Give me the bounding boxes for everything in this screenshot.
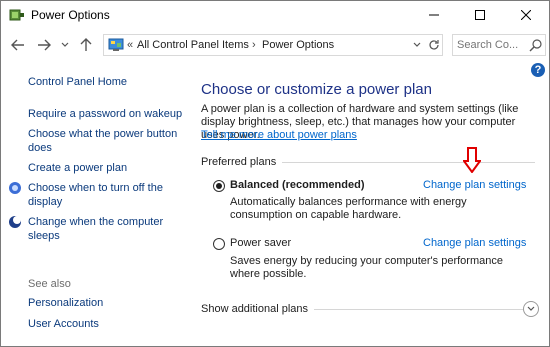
- address-history-button[interactable]: [410, 38, 424, 52]
- power-saver-plan-name[interactable]: Power saver: [230, 237, 291, 249]
- require-password-link[interactable]: Require a password on wakeup: [28, 107, 188, 121]
- close-button[interactable]: [503, 1, 549, 29]
- control-panel-icon: [108, 38, 124, 51]
- up-arrow-icon: [80, 38, 92, 51]
- power-saver-change-plan-settings-link[interactable]: Change plan settings: [423, 237, 526, 249]
- maximize-icon: [475, 10, 485, 20]
- control-panel-home-link[interactable]: Control Panel Home: [28, 75, 127, 89]
- page-title: Choose or customize a power plan: [201, 81, 432, 98]
- show-additional-plans-button[interactable]: [523, 301, 539, 317]
- search-input[interactable]: [457, 38, 527, 52]
- forward-arrow-icon: [38, 39, 51, 51]
- help-icon: ?: [534, 64, 542, 76]
- search-icon[interactable]: [529, 38, 543, 52]
- display-icon: [9, 182, 21, 194]
- power-options-app-icon: [9, 9, 24, 21]
- balanced-plan-description: Automatically balances performance with …: [230, 196, 467, 221]
- breadcrumb-all-control-panel-items[interactable]: All Control Panel Items: [137, 39, 249, 51]
- turn-off-display-link[interactable]: Choose when to turn off the display: [28, 181, 173, 209]
- tell-me-more-link[interactable]: Tell me more about power plans: [201, 129, 357, 141]
- left-navigation-pane: Control Panel Home Require a password on…: [1, 61, 191, 347]
- preferred-plans-label: Preferred plans: [201, 156, 283, 168]
- annotation-arrow-icon: [463, 147, 481, 173]
- chevron-down-icon: [527, 306, 535, 311]
- create-power-plan-link[interactable]: Create a power plan: [28, 161, 183, 175]
- personalization-link[interactable]: Personalization: [28, 296, 103, 310]
- address-bar[interactable]: « All Control Panel Items › Power Option…: [103, 34, 443, 56]
- breadcrumb-overflow[interactable]: «: [127, 39, 133, 51]
- refresh-icon: [429, 40, 439, 50]
- chevron-down-icon: [61, 42, 69, 47]
- search-box[interactable]: [452, 34, 546, 56]
- breadcrumb-separator[interactable]: ›: [252, 39, 256, 51]
- user-accounts-link[interactable]: User Accounts: [28, 317, 99, 331]
- recent-locations-button[interactable]: [59, 36, 71, 54]
- breadcrumb-power-options[interactable]: Power Options: [262, 39, 334, 51]
- power-options-window: Power Options « All Control Panel Items …: [0, 0, 550, 347]
- power-saver-plan-description: Saves energy by reducing your computer's…: [230, 255, 503, 280]
- show-additional-plans-label[interactable]: Show additional plans: [201, 303, 315, 315]
- sleep-icon: [9, 216, 21, 228]
- help-button[interactable]: ?: [531, 63, 545, 77]
- minimize-button[interactable]: [411, 1, 457, 29]
- power-saver-plan-radio[interactable]: [213, 238, 225, 250]
- back-button[interactable]: [9, 36, 27, 54]
- balanced-plan-radio[interactable]: [213, 180, 225, 192]
- computer-sleeps-link[interactable]: Change when the computer sleeps: [28, 215, 173, 243]
- minimize-icon: [429, 14, 439, 16]
- title-bar: Power Options: [1, 1, 549, 29]
- power-button-link[interactable]: Choose what the power button does: [28, 127, 183, 155]
- back-arrow-icon: [11, 39, 24, 51]
- forward-button[interactable]: [35, 36, 53, 54]
- window-title: Power Options: [31, 8, 110, 22]
- up-button[interactable]: [77, 36, 95, 54]
- close-icon: [521, 10, 531, 20]
- balanced-change-plan-settings-link[interactable]: Change plan settings: [423, 179, 526, 191]
- navigation-bar: « All Control Panel Items › Power Option…: [1, 30, 549, 60]
- refresh-button[interactable]: [426, 37, 442, 53]
- see-also-label: See also: [28, 278, 71, 290]
- chevron-down-icon: [413, 42, 421, 47]
- maximize-button[interactable]: [457, 1, 503, 29]
- balanced-plan-name[interactable]: Balanced (recommended): [230, 179, 364, 191]
